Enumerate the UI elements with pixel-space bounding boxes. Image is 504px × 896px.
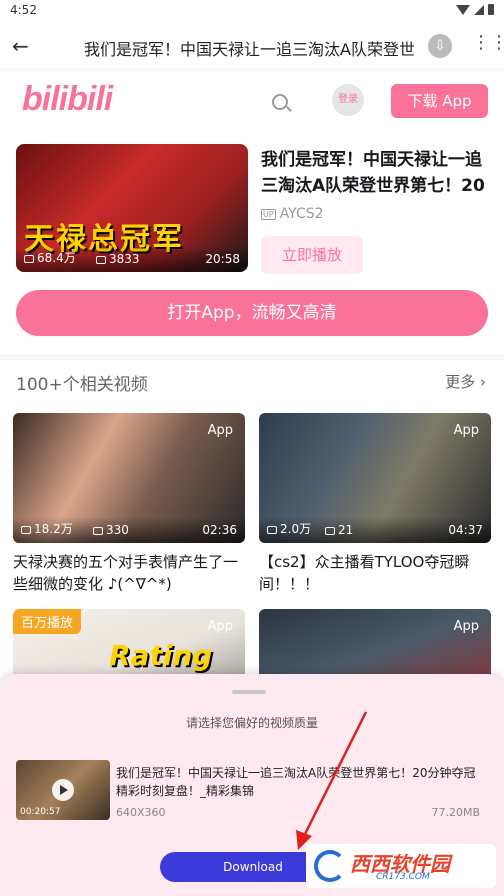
download-app-button[interactable]: 下载 App <box>391 84 488 118</box>
more-icon[interactable]: ⋮⋮ <box>472 34 504 52</box>
up-badge: UP <box>261 208 276 220</box>
download-icon[interactable]: ⇩ <box>428 34 452 58</box>
page-title: 我们是冠军！中国天禄让一追三淘汰A队荣登世界第七！20分钟夺冠精彩时刻复盘！_精… <box>84 40 414 59</box>
sheet-video-title: 我们是冠军！中国天禄让一追三淘汰A队荣登世界第七！20分钟夺冠精彩时刻复盘！_精… <box>116 766 476 798</box>
app-tag: App <box>453 423 479 438</box>
thumbnail-text: Rating <box>109 639 213 672</box>
card-title[interactable]: 天禄决赛的五个对手表情产生了一些细微的变化 ♪(^∇^*) <box>13 551 245 595</box>
main-video-thumbnail[interactable]: 天禄总冠军 68.4万 3833 20:58 <box>16 144 248 272</box>
file-size-label: 77.20MB <box>431 806 480 819</box>
card-stats: 18.2万 330 02:36 <box>13 517 245 543</box>
video-stats: 68.4万 3833 20:58 <box>16 246 248 272</box>
app-tag: App <box>207 423 233 438</box>
related-card[interactable]: App 18.2万 330 02:36 天禄决赛的五个对手表情产生了一些细微的变… <box>13 413 245 595</box>
danmaku-count: 330 <box>106 523 129 537</box>
popular-badge: 百万播放 <box>13 609 82 634</box>
video-duration: 02:36 <box>202 523 237 537</box>
back-arrow-icon[interactable]: ← <box>12 34 29 58</box>
video-title: 我们是冠军！中国天禄让一追三淘汰A队荣登世界第七！20分钟夺冠精彩时刻复盘！_精… <box>261 150 485 196</box>
card-thumbnail[interactable]: App 2.0万 21 04:37 <box>259 413 491 543</box>
play-count-icon <box>267 525 277 534</box>
site-header: bilibili 登录 下载 App <box>0 70 504 132</box>
thumbnail-duration: 00:20:57 <box>20 807 61 817</box>
login-button[interactable]: 登录 <box>332 84 364 116</box>
status-time: 4:52 <box>10 3 37 17</box>
view-count: 18.2万 <box>34 522 73 536</box>
uploader-name: AYCS2 <box>279 206 324 222</box>
signal-icon <box>474 4 484 15</box>
sheet-video-thumbnail[interactable]: 00:20:57 <box>16 760 110 820</box>
danmaku-icon <box>96 255 106 264</box>
section-divider <box>0 354 504 360</box>
card-stats: 2.0万 21 04:37 <box>259 517 491 543</box>
danmaku-icon <box>93 526 103 535</box>
video-duration: 20:58 <box>205 252 240 266</box>
play-count-icon <box>21 525 31 534</box>
danmaku-icon <box>325 526 335 535</box>
related-heading: 100+个相关视频 <box>16 375 148 395</box>
play-now-button[interactable]: 立即播放 <box>261 236 363 274</box>
bilibili-logo[interactable]: bilibili <box>22 80 113 119</box>
open-app-button[interactable]: 打开App，流畅又高清 <box>16 290 488 336</box>
uploader[interactable]: UP AYCS2 <box>261 206 324 222</box>
more-label: 更多 <box>445 373 476 391</box>
more-link[interactable]: 更多 › <box>445 371 486 392</box>
watermark-subtext: CR173.COM <box>376 872 430 882</box>
top-bar: ← 我们是冠军！中国天禄让一追三淘汰A队荣登世界第七！20分钟夺冠精彩时刻复盘！… <box>0 22 504 70</box>
quality-prompt: 请选择您偏好的视频质量 <box>185 716 318 730</box>
video-duration: 04:37 <box>448 523 483 537</box>
wifi-icon <box>456 4 470 15</box>
card-title[interactable]: 【cs2】众主播看TYLOO夺冠瞬间！！！ <box>259 551 491 595</box>
chevron-right-icon: › <box>475 373 486 391</box>
view-count: 68.4万 <box>37 251 76 265</box>
play-count-icon <box>24 254 34 263</box>
danmaku-count: 3833 <box>109 252 140 266</box>
card-thumbnail[interactable]: App 18.2万 330 02:36 <box>13 413 245 543</box>
play-icon[interactable] <box>52 779 74 801</box>
sheet-drag-handle[interactable] <box>232 690 266 694</box>
related-card[interactable]: App 2.0万 21 04:37 【cs2】众主播看TYLOO夺冠瞬间！！！ <box>259 413 491 595</box>
status-bar: 4:52 <box>0 0 504 22</box>
app-tag: App <box>453 619 479 634</box>
view-count: 2.0万 <box>280 522 312 536</box>
search-icon[interactable] <box>272 94 288 110</box>
site-watermark: 西西软件园 CR173.COM <box>306 844 496 888</box>
app-tag: App <box>207 619 233 634</box>
watermark-logo <box>314 850 346 882</box>
status-icons <box>456 4 494 15</box>
danmaku-count: 21 <box>338 523 354 537</box>
resolution-label: 640X360 <box>116 806 166 819</box>
battery-icon <box>488 4 494 15</box>
